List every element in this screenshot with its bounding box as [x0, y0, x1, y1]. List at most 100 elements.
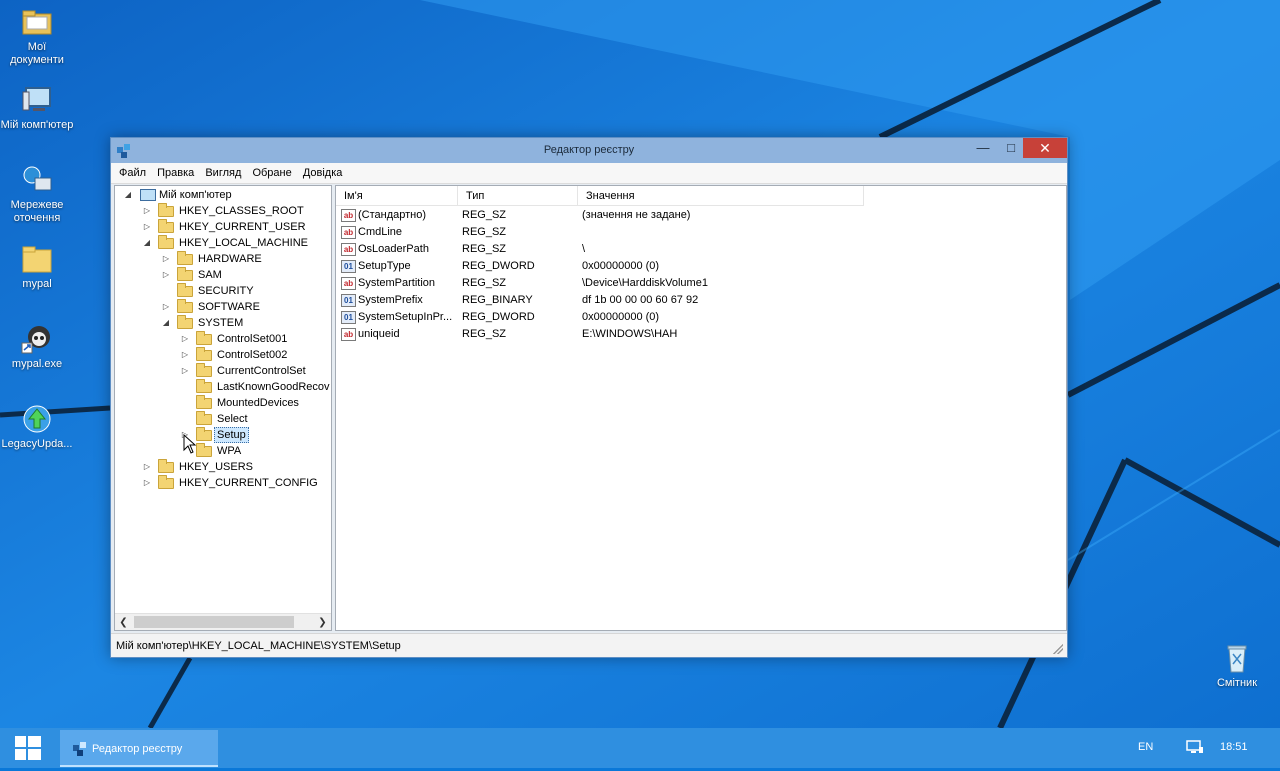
value-row[interactable]: 01 SetupType REG_DWORD 0x00000000 (0): [336, 258, 936, 275]
collapse-arrow-icon[interactable]: ◢: [142, 235, 152, 251]
expand-arrow-icon[interactable]: ▷: [142, 219, 152, 235]
column-header-value[interactable]: Значення: [578, 186, 864, 206]
language-indicator[interactable]: EN: [1138, 741, 1153, 753]
update-globe-icon: [21, 403, 53, 435]
taskbar-item-registry-editor[interactable]: Редактор реєстру: [60, 730, 218, 767]
desktop-icon-label: Мої документи: [10, 41, 64, 66]
string-value-icon: ab: [341, 209, 356, 222]
clock[interactable]: 18:51: [1220, 741, 1248, 753]
expand-arrow-icon[interactable]: ▷: [142, 203, 152, 219]
expand-arrow-icon[interactable]: ▷: [180, 331, 190, 347]
value-row[interactable]: ab uniqueid REG_SZ E:\WINDOWS\HAH: [336, 326, 936, 343]
tree-item-label: HKEY_LOCAL_MACHINE: [179, 237, 308, 249]
desktop-icon-label: Мережеве оточення: [10, 199, 64, 224]
title-bar[interactable]: Редактор реєстру — □ ✕: [111, 138, 1067, 163]
column-header-name[interactable]: Ім'я: [336, 186, 458, 206]
binary-value-icon: 01: [341, 260, 356, 273]
values-list[interactable]: Ім'я Тип Значення ab (Стандартно) REG_SZ…: [335, 185, 1067, 631]
value-name: SystemPartition: [358, 277, 436, 289]
desktop-icon-label: Смітник: [1216, 677, 1258, 689]
tree-item-label: ControlSet001: [217, 333, 288, 345]
minimize-button[interactable]: —: [969, 138, 997, 158]
expand-arrow-icon[interactable]: ▷: [161, 251, 171, 267]
maximize-button[interactable]: □: [997, 138, 1025, 158]
column-header-type[interactable]: Тип: [458, 186, 578, 206]
value-data: \Device\HarddiskVolume1: [582, 277, 708, 289]
value-row[interactable]: ab CmdLine REG_SZ: [336, 224, 936, 241]
window-title: Редактор реєстру: [543, 144, 635, 156]
resize-grip-icon[interactable]: [1053, 644, 1063, 654]
tree-item-label: SECURITY: [198, 285, 254, 297]
tree-item-label: SOFTWARE: [198, 301, 260, 313]
editor-content: ◢ Мій комп'ютер ▷ HKEY_CLASSES_ROOT ▷ HK…: [114, 185, 1067, 631]
start-button[interactable]: [0, 728, 56, 768]
desktop-icon-label: LegacyUpda...: [1, 438, 73, 450]
expand-arrow-icon[interactable]: ▷: [180, 363, 190, 379]
folder-icon: [21, 243, 53, 275]
value-type: REG_DWORD: [462, 311, 535, 323]
desktop-icon-network[interactable]: Мережеве оточення: [0, 164, 74, 225]
desktop-icon-mypal-exe[interactable]: mypal.exe: [0, 323, 74, 371]
tree-item-label: WPA: [217, 445, 242, 457]
value-type: REG_SZ: [462, 277, 507, 289]
value-name: SystemSetupInPr...: [358, 311, 453, 323]
network-icon: [21, 164, 53, 196]
expand-arrow-icon[interactable]: ▷: [161, 299, 171, 315]
expand-arrow-icon[interactable]: ▷: [142, 459, 152, 475]
collapse-arrow-icon[interactable]: ◢: [161, 315, 171, 331]
scroll-right-arrow-icon[interactable]: ❯: [314, 614, 331, 631]
value-row[interactable]: ab SystemPartition REG_SZ \Device\Harddi…: [336, 275, 936, 292]
folder-icon: [158, 219, 174, 233]
desktop-icon-my-computer[interactable]: Мій комп'ютер: [0, 84, 74, 132]
folder-icon: [177, 315, 193, 329]
close-button[interactable]: ✕: [1023, 138, 1067, 158]
menu-favorites[interactable]: Обране: [248, 163, 295, 183]
value-row[interactable]: ab OsLoaderPath REG_SZ \: [336, 241, 936, 258]
expand-arrow-icon[interactable]: ▷: [142, 475, 152, 491]
computer-icon: [140, 189, 156, 201]
folder-icon: [158, 459, 174, 473]
tree-item-label: CurrentControlSet: [217, 365, 306, 377]
tree-item-label: SYSTEM: [198, 317, 244, 329]
value-data: E:\WINDOWS\HAH: [582, 328, 678, 340]
desktop-icon-label: Мій комп'ютер: [0, 119, 74, 131]
network-status-icon[interactable]: [1186, 740, 1204, 754]
menu-file[interactable]: Файл: [115, 163, 150, 183]
tree-item-label: HKEY_CURRENT_CONFIG: [179, 477, 318, 489]
folder-icon: [177, 283, 193, 297]
scrollbar-thumb[interactable]: [134, 616, 294, 628]
binary-value-icon: 01: [341, 294, 356, 307]
menu-edit[interactable]: Правка: [153, 163, 198, 183]
windows-logo-icon: [15, 736, 41, 760]
scroll-left-arrow-icon[interactable]: ❮: [115, 614, 132, 631]
registry-tree[interactable]: ◢ Мій комп'ютер ▷ HKEY_CLASSES_ROOT ▷ HK…: [114, 185, 332, 631]
value-data: 0x00000000 (0): [582, 260, 660, 272]
tree-item-label: ControlSet002: [217, 349, 288, 361]
desktop-icon-mypal-folder[interactable]: mypal: [0, 243, 74, 291]
list-header: Ім'я Тип Значення: [336, 186, 864, 206]
value-row[interactable]: 01 SystemSetupInPr... REG_DWORD 0x000000…: [336, 309, 936, 326]
tree-horizontal-scrollbar[interactable]: ❮ ❯: [115, 613, 331, 630]
desktop-icon-my-documents[interactable]: Мої документи: [0, 6, 74, 67]
mouse-cursor-icon: [183, 434, 197, 454]
expand-arrow-icon[interactable]: ▷: [180, 347, 190, 363]
menu-view[interactable]: Вигляд: [201, 163, 245, 183]
registry-editor-window[interactable]: Редактор реєстру — □ ✕ Файл Правка Вигля…: [110, 137, 1068, 658]
value-row[interactable]: 01 SystemPrefix REG_BINARY df 1b 00 00 0…: [336, 292, 936, 309]
desktop-icon-legacy-update[interactable]: LegacyUpda...: [0, 403, 74, 451]
folder-icon: [196, 411, 212, 425]
folder-icon: [177, 251, 193, 265]
collapse-arrow-icon[interactable]: ◢: [123, 187, 133, 203]
tree-list: ◢ Мій комп'ютер ▷ HKEY_CLASSES_ROOT ▷ HK…: [115, 186, 331, 614]
menu-help[interactable]: Довідка: [299, 163, 347, 183]
taskbar-item-label: Редактор реєстру: [92, 743, 183, 755]
status-path: Мій комп'ютер\HKEY_LOCAL_MACHINE\SYSTEM\…: [116, 640, 401, 652]
desktop-icon-recycle-bin[interactable]: Смітник: [1200, 642, 1274, 690]
folder-icon: [196, 363, 212, 377]
desktop-icon-label: mypal.exe: [11, 358, 63, 370]
value-name: CmdLine: [358, 226, 403, 238]
expand-arrow-icon[interactable]: ▷: [161, 267, 171, 283]
string-value-icon: ab: [341, 277, 356, 290]
value-row[interactable]: ab (Стандартно) REG_SZ (значення не зада…: [336, 207, 936, 224]
value-name: OsLoaderPath: [358, 243, 429, 255]
